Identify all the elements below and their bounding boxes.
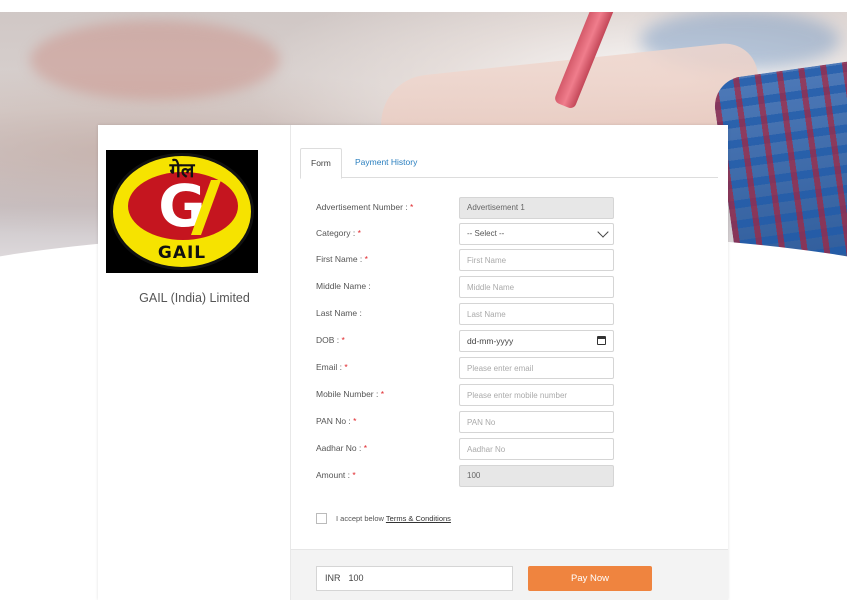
email-label: Email : * [316, 362, 348, 372]
tab-form[interactable]: Form [300, 148, 342, 179]
chevron-down-icon [597, 226, 609, 238]
mobile-number-label: Mobile Number : * [316, 389, 385, 399]
terms-link[interactable]: Terms & Conditions [386, 514, 451, 523]
aadhar-label: Aadhar No : * [316, 443, 368, 453]
advertisement-number-label: Advertisement Number : * [316, 202, 414, 212]
terms-text: I accept below Terms & Conditions [336, 514, 451, 523]
row-first-name: First Name : * [316, 249, 616, 271]
top-strip [0, 0, 847, 12]
row-advertisement-number: Advertisement Number : * Advertisement 1 [316, 197, 616, 219]
first-name-input[interactable] [459, 249, 614, 271]
form-panel: Form Payment History Advertisement Numbe… [291, 125, 728, 600]
row-category: Category : * -- Select -- [316, 223, 616, 245]
tab-bar: Form Payment History [300, 148, 718, 179]
calendar-icon[interactable] [597, 336, 606, 345]
first-name-label: First Name : * [316, 254, 368, 264]
hero-blur-shape [30, 20, 280, 100]
logo-gail-text: GAIL [157, 243, 207, 263]
row-email: Email : * [316, 357, 616, 379]
currency-label: INR [325, 573, 341, 583]
last-name-input[interactable] [459, 303, 614, 325]
middle-name-label: Middle Name : [316, 281, 371, 291]
dob-placeholder: dd-mm-yyyy [467, 336, 514, 346]
terms-checkbox[interactable] [316, 513, 327, 524]
pay-now-button[interactable]: Pay Now [528, 566, 652, 591]
category-label: Category : * [316, 228, 361, 238]
tab-payment-history[interactable]: Payment History [345, 148, 427, 178]
amount-field: 100 [459, 465, 614, 487]
total-amount-value: 100 [348, 573, 364, 583]
mobile-number-input[interactable] [459, 384, 614, 406]
last-name-label: Last Name : [316, 308, 362, 318]
dob-label: DOB : * [316, 335, 345, 345]
row-middle-name: Middle Name : [316, 276, 616, 298]
row-last-name: Last Name : [316, 303, 616, 325]
middle-name-input[interactable] [459, 276, 614, 298]
total-amount-display: INR 100 [316, 566, 513, 591]
category-selected-value: -- Select -- [467, 229, 505, 238]
row-pan: PAN No : * [316, 411, 616, 433]
pan-label: PAN No : * [316, 416, 357, 426]
amount-label: Amount : * [316, 470, 356, 480]
gail-logo: G गेल GAIL [106, 150, 258, 273]
company-panel: G गेल GAIL GAIL (India) Limited [98, 125, 291, 600]
advertisement-number-field: Advertisement 1 [459, 197, 614, 219]
aadhar-input[interactable] [459, 438, 614, 460]
dob-input[interactable]: dd-mm-yyyy [459, 330, 614, 352]
logo-hindi-text: गेल [169, 158, 195, 182]
company-name: GAIL (India) Limited [139, 291, 250, 305]
row-mobile-number: Mobile Number : * [316, 384, 616, 406]
row-amount: Amount : * 100 [316, 465, 616, 487]
row-dob: DOB : * dd-mm-yyyy [316, 330, 616, 352]
payment-card: G गेल GAIL GAIL (India) Limited Form Pay… [98, 125, 728, 600]
payment-footer: INR 100 Pay Now [291, 549, 728, 600]
email-input[interactable] [459, 357, 614, 379]
category-select[interactable]: -- Select -- [459, 223, 614, 245]
row-aadhar: Aadhar No : * [316, 438, 616, 460]
pan-input[interactable] [459, 411, 614, 433]
